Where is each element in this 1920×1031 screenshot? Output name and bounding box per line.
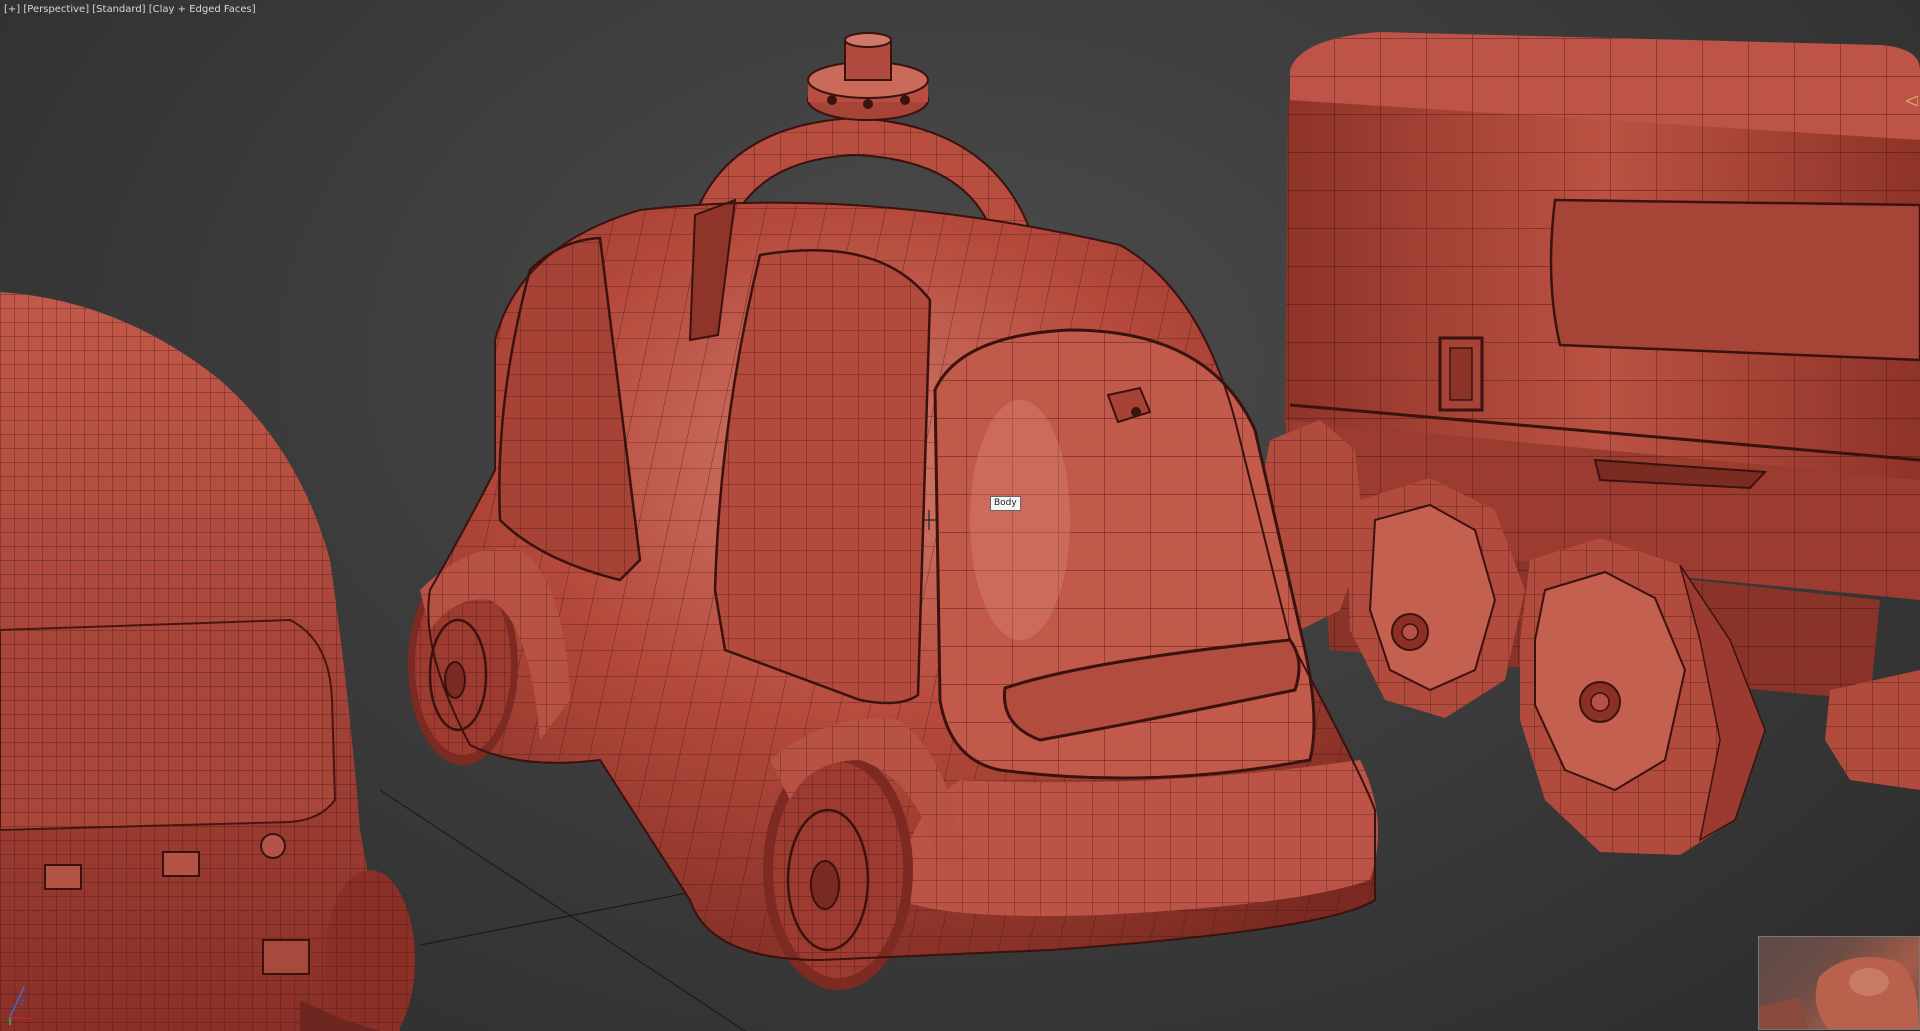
svg-text:z: z bbox=[20, 998, 24, 1007]
scene-canvas[interactable] bbox=[0, 0, 1920, 1031]
viewport-shading-standard[interactable]: [Standard] bbox=[92, 4, 145, 15]
preview-thumbnail[interactable] bbox=[1758, 936, 1920, 1030]
delivery-robot-right bbox=[1255, 32, 1920, 855]
viewport-label[interactable]: [+] [Perspective] [Standard] [Clay + Edg… bbox=[4, 4, 256, 16]
viewport-point-of-view[interactable]: [Perspective] bbox=[23, 4, 89, 15]
viewport-menu[interactable]: [+] bbox=[4, 4, 20, 15]
viewport-display-mode[interactable]: [Clay + Edged Faces] bbox=[149, 4, 256, 15]
move-cursor-icon bbox=[922, 510, 936, 530]
axis-tripod-icon: z bbox=[9, 986, 33, 1025]
delivery-robot-left bbox=[0, 292, 415, 1031]
viewport-edge-marker-icon bbox=[1906, 96, 1918, 106]
preview-image bbox=[1759, 957, 1919, 1029]
object-tooltip: Body bbox=[990, 496, 1021, 511]
perspective-viewport[interactable]: [+] [Perspective] [Standard] [Clay + Edg… bbox=[0, 0, 1920, 1031]
delivery-robot-center bbox=[408, 32, 1378, 990]
